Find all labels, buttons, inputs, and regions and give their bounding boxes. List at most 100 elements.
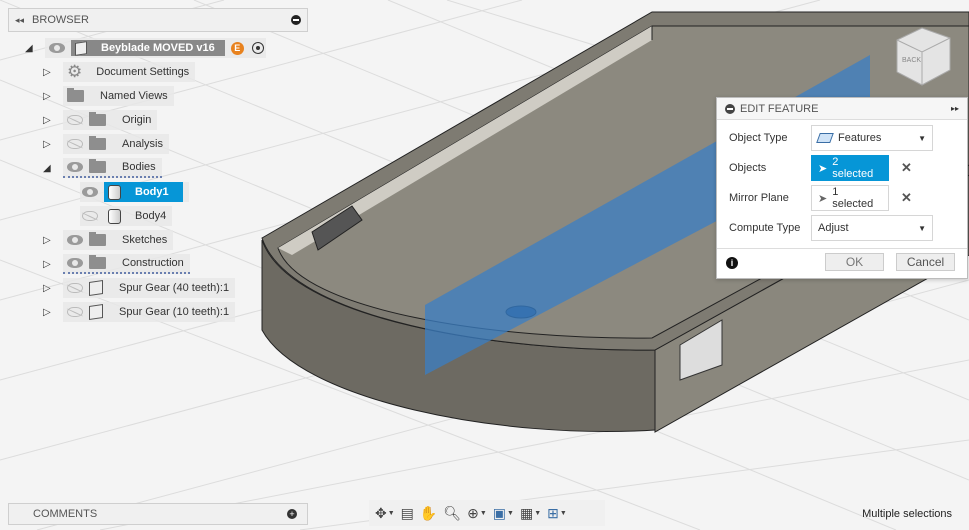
collapsed-icon[interactable]: ▷ [43, 283, 53, 294]
tree-item-document-settings[interactable]: ▷ ⚙ Document Settings [43, 62, 196, 82]
cancel-button[interactable]: Cancel [896, 253, 955, 271]
cursor-icon: ➤ [818, 192, 828, 205]
selection-count: 1 selected [832, 186, 874, 210]
mirror-plane-selection-button[interactable]: ➤ 1 selected [811, 185, 889, 211]
collapsed-icon[interactable]: ▷ [43, 235, 53, 246]
collapsed-icon[interactable]: ▷ [43, 307, 53, 318]
minimize-icon[interactable] [291, 15, 301, 25]
clear-mirror-plane-icon[interactable]: ✕ [901, 190, 912, 206]
body-icon [108, 208, 121, 224]
folder-icon [89, 255, 106, 269]
tree-item-construction[interactable]: ▷ Construction [43, 254, 190, 274]
item-label: Document Settings [96, 66, 190, 78]
activate-radio-icon[interactable] [251, 42, 264, 54]
tree-item-named-views[interactable]: ▷ Named Views [43, 86, 174, 106]
svg-text:BACK: BACK [902, 57, 921, 64]
expanded-icon[interactable]: ◢ [25, 43, 35, 54]
eye-icon[interactable] [49, 43, 65, 53]
expand-dialog-icon[interactable]: ▸▸ [951, 104, 959, 113]
tree-item-body4[interactable]: Body4 [80, 206, 173, 226]
eye-icon[interactable] [67, 162, 83, 172]
dropdown-caret-icon: ▼ [918, 133, 926, 143]
eye-hidden-icon[interactable] [82, 211, 98, 221]
eye-hidden-icon[interactable] [67, 307, 83, 317]
compute-type-label: Compute Type [729, 222, 801, 234]
tree-item-bodies[interactable]: ◢ Bodies [43, 158, 162, 178]
eye-icon[interactable] [67, 258, 83, 268]
component-icon [89, 304, 103, 320]
tree-item-sketches[interactable]: ▷ Sketches [43, 230, 174, 250]
expanded-icon[interactable]: ◢ [43, 163, 53, 174]
grid-icon[interactable]: ▦ ▼ [520, 505, 541, 522]
tree-item-analysis[interactable]: ▷ Analysis [43, 134, 169, 154]
collapsed-icon[interactable]: ▷ [43, 67, 53, 78]
comments-panel[interactable]: COMMENTS + [8, 503, 308, 525]
root-label: Beyblade MOVED v16 [101, 42, 215, 54]
collapsed-icon[interactable]: ▷ [43, 259, 53, 270]
selection-count: 2 selected [832, 156, 874, 180]
clear-objects-icon[interactable]: ✕ [901, 160, 912, 176]
edit-feature-dialog: EDIT FEATURE ▸▸ Object Type Features ▼ Ob… [716, 97, 968, 279]
tree-root[interactable]: ◢ Beyblade MOVED v16 E [25, 38, 266, 58]
item-label: Spur Gear (10 teeth):1 [119, 306, 230, 318]
item-label: Bodies [122, 161, 156, 173]
item-label: Construction [122, 257, 184, 269]
info-icon[interactable]: i [726, 257, 738, 269]
display-settings-icon[interactable]: ▣ ▼ [493, 505, 514, 522]
folder-icon [89, 136, 106, 150]
item-label: Spur Gear (40 teeth):1 [119, 282, 230, 294]
eye-icon[interactable] [67, 235, 83, 245]
ok-button[interactable]: OK [825, 253, 884, 271]
tree-item-body1[interactable]: Body1 [80, 182, 189, 202]
tree-item-origin[interactable]: ▷ Origin [43, 110, 158, 130]
dropdown-caret-icon: ▼ [918, 223, 926, 233]
tree-item-spur-gear-10[interactable]: ▷ Spur Gear (10 teeth):1 [43, 302, 236, 322]
collapsed-icon[interactable]: ▷ [43, 115, 53, 126]
orbit-icon[interactable]: ✥ ▼ [375, 505, 395, 522]
look-at-icon[interactable]: ▤ [401, 505, 414, 522]
fit-icon[interactable]: ⊕ ▼ [467, 505, 487, 522]
features-icon [816, 133, 834, 143]
edit-badge[interactable]: E [230, 41, 244, 55]
collapsed-icon[interactable]: ▷ [43, 139, 53, 150]
collapsed-icon[interactable]: ▷ [43, 91, 53, 102]
folder-icon [89, 112, 106, 126]
navigation-toolbar: ✥ ▼ ▤ ✋ 🔍︎ ⊕ ▼ ▣ ▼ ▦ ▼ ⊞ ▼ [369, 500, 605, 526]
compute-type-select[interactable]: Adjust ▼ [811, 215, 933, 241]
item-label: Analysis [122, 138, 163, 150]
tree-item-spur-gear-40[interactable]: ▷ Spur Gear (40 teeth):1 [43, 278, 236, 298]
component-icon [89, 280, 103, 296]
browser-header[interactable]: ◂◂ BROWSER [8, 8, 308, 32]
dialog-title: EDIT FEATURE [740, 102, 819, 115]
zoom-icon[interactable]: 🔍︎ [443, 505, 461, 522]
eye-hidden-icon[interactable] [67, 283, 83, 293]
eye-hidden-icon[interactable] [67, 115, 83, 125]
status-text: Multiple selections [862, 508, 952, 520]
body-icon [108, 184, 121, 200]
item-label: Body1 [135, 186, 169, 198]
object-type-select[interactable]: Features ▼ [811, 125, 933, 151]
eye-hidden-icon[interactable] [67, 139, 83, 149]
select-value: Adjust [818, 222, 849, 234]
eye-icon[interactable] [82, 187, 98, 197]
gear-icon: ⚙ [67, 62, 83, 81]
cursor-icon: ➤ [818, 162, 828, 175]
item-label: Body4 [135, 210, 167, 222]
add-comment-icon[interactable]: + [287, 509, 297, 519]
browser-title: BROWSER [32, 14, 89, 26]
folder-icon [67, 88, 84, 102]
objects-selection-button[interactable]: ➤ 2 selected [811, 155, 889, 181]
mirror-plane-label: Mirror Plane [729, 192, 789, 204]
item-label: Sketches [122, 234, 168, 246]
pan-icon[interactable]: ✋ [420, 505, 437, 522]
folder-icon [89, 159, 106, 173]
folder-icon [89, 232, 106, 246]
comments-title: COMMENTS [33, 508, 98, 520]
objects-label: Objects [729, 162, 767, 174]
minimize-icon[interactable] [725, 103, 735, 114]
collapse-panel-icon[interactable]: ◂◂ [15, 15, 24, 26]
viewports-icon[interactable]: ⊞ ▼ [547, 505, 567, 522]
dialog-header[interactable]: EDIT FEATURE ▸▸ [717, 98, 967, 120]
object-type-label: Object Type [729, 132, 788, 144]
component-icon [75, 40, 87, 56]
